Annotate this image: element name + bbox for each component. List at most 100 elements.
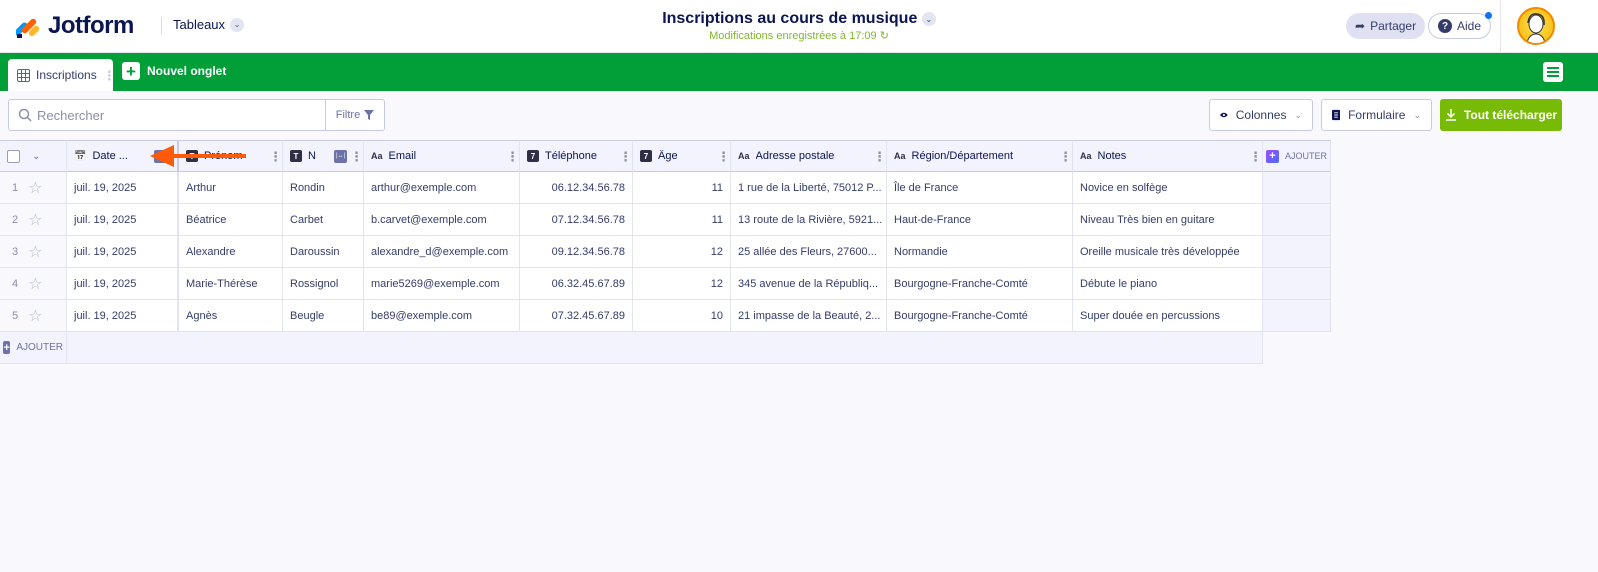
select-all-checkbox[interactable]	[7, 149, 20, 163]
table-row[interactable]: 3 ☆ juil. 19, 2025 Alexandre Daroussin alexan…	[0, 236, 1331, 268]
column-resize-icon[interactable]: |↔|	[334, 149, 347, 163]
star-icon[interactable]: ☆	[28, 242, 42, 262]
tab-inscriptions[interactable]: Inscriptions ⋮	[8, 59, 116, 91]
table-cell[interactable]: Oreille musicale très développée	[1073, 236, 1263, 268]
table-row[interactable]: 5 ☆ juil. 19, 2025 Agnès Beugle be89@exemple.…	[0, 300, 1331, 332]
table-cell[interactable]: marie5269@exemple.com	[364, 268, 520, 300]
table-cell[interactable]: Arthur	[179, 172, 283, 204]
columns-button[interactable]: Colonnes ⌄	[1209, 99, 1313, 131]
table-cell[interactable]: 06.32.45.67.89	[520, 268, 633, 300]
row-number: 5	[12, 309, 19, 322]
table-cell[interactable]: Novice en solfège	[1073, 172, 1263, 204]
column-options-icon[interactable]: ⋮	[717, 150, 730, 163]
column-options-icon[interactable]: ⋮	[269, 150, 282, 163]
table-cell[interactable]: 25 allée des Fleurs, 27600...	[731, 236, 887, 268]
table-cell[interactable]: Bourgogne-Franche-Comté	[887, 268, 1073, 300]
top-bar: Jotform Tableaux ⌄ Inscriptions au cours …	[0, 0, 1598, 53]
column-header[interactable]: 7 Téléphone ⋮	[520, 140, 633, 172]
empty-cell	[1263, 204, 1331, 236]
column-header[interactable]: Aa Notes ⋮	[1073, 140, 1263, 172]
row-number: 4	[12, 277, 19, 290]
table-cell[interactable]: juil. 19, 2025	[67, 268, 179, 300]
table-cell[interactable]: Alexandre	[179, 236, 283, 268]
table-cell[interactable]: Normandie	[887, 236, 1073, 268]
chevron-down-icon[interactable]: ⌄	[32, 151, 40, 162]
chevron-down-icon: ⌄	[1294, 109, 1302, 120]
share-button[interactable]: ➦ Partager	[1346, 13, 1426, 39]
table-cell[interactable]: juil. 19, 2025	[67, 236, 179, 268]
column-header[interactable]: 7 Âge ⋮	[633, 140, 731, 172]
filter-icon	[364, 110, 375, 120]
table-cell[interactable]: Rondin	[283, 172, 364, 204]
table-cell[interactable]: 07.12.34.56.78	[520, 204, 633, 236]
table-cell[interactable]: Débute le piano	[1073, 268, 1263, 300]
table-cell[interactable]: Daroussin	[283, 236, 364, 268]
form-button[interactable]: Formulaire ⌄	[1321, 99, 1432, 131]
column-options-icon[interactable]: ⋮	[350, 150, 363, 163]
chevron-down-icon: ⌄	[1413, 109, 1421, 120]
avatar[interactable]	[1517, 7, 1555, 45]
column-header[interactable]: T N |↔| ⋮	[283, 140, 364, 172]
search-input[interactable]	[9, 100, 325, 130]
star-icon[interactable]: ☆	[28, 306, 42, 326]
table-cell[interactable]: 11	[633, 172, 731, 204]
share-label: Partager	[1370, 19, 1417, 33]
help-button[interactable]: ? Aide	[1428, 12, 1493, 39]
table-cell[interactable]: Rossignol	[283, 268, 364, 300]
table-cell[interactable]: juil. 19, 2025	[67, 300, 179, 332]
table-cell[interactable]: juil. 19, 2025	[67, 172, 179, 204]
table-row[interactable]: 2 ☆ juil. 19, 2025 Béatrice Carbet b.carvet@e…	[0, 204, 1331, 236]
column-options-icon[interactable]: ⋮	[506, 150, 519, 163]
download-all-button[interactable]: Tout télécharger	[1440, 99, 1562, 131]
table-cell[interactable]: 09.12.34.56.78	[520, 236, 633, 268]
table-cell[interactable]: Béatrice	[179, 204, 283, 236]
table-cell[interactable]: 10	[633, 300, 731, 332]
column-options-icon[interactable]: ⋮	[873, 150, 886, 163]
table-cell[interactable]: Niveau Très bien en guitare	[1073, 204, 1263, 236]
table-cell[interactable]: arthur@exemple.com	[364, 172, 520, 204]
row-index-cell: 4 ☆	[0, 268, 67, 300]
column-options-icon[interactable]: ⋮	[1059, 150, 1072, 163]
table-cell[interactable]: Haut-de-France	[887, 204, 1073, 236]
table-cell[interactable]: 07.32.45.67.89	[520, 300, 633, 332]
page-title-text: Inscriptions au cours de musique	[662, 10, 918, 27]
table-cell[interactable]: Super douée en percussions	[1073, 300, 1263, 332]
new-tab-button[interactable]: + Nouvel onglet	[122, 62, 226, 80]
table-cell[interactable]: 12	[633, 236, 731, 268]
column-header[interactable]: Aa Adresse postale ⋮	[731, 140, 887, 172]
star-icon[interactable]: ☆	[28, 274, 42, 294]
table-cell[interactable]: juil. 19, 2025	[67, 204, 179, 236]
tab-options-icon[interactable]: ⋮	[103, 69, 116, 82]
table-cell[interactable]: 345 avenue de la Républiq...	[731, 268, 887, 300]
table-row[interactable]: 1 ☆ juil. 19, 2025 Arthur Rondin arthur@exemp…	[0, 172, 1331, 204]
share-icon: ➦	[1355, 19, 1366, 33]
table-cell[interactable]: 06.12.34.56.78	[520, 172, 633, 204]
column-options-icon[interactable]: ⋮	[1249, 150, 1262, 163]
table-cell[interactable]: Agnès	[179, 300, 283, 332]
table-cell[interactable]: Carbet	[283, 204, 364, 236]
table-cell[interactable]: 21 impasse de la Beauté, 2...	[731, 300, 887, 332]
table-cell[interactable]: 13 route de la Rivière, 5921...	[731, 204, 887, 236]
chevron-down-icon[interactable]: ⌄	[921, 12, 936, 26]
table-cell[interactable]: 11	[633, 204, 731, 236]
table-cell[interactable]: alexandre_d@exemple.com	[364, 236, 520, 268]
table-cell[interactable]: Bourgogne-Franche-Comté	[887, 300, 1073, 332]
star-icon[interactable]: ☆	[28, 210, 42, 230]
table-cell[interactable]: be89@exemple.com	[364, 300, 520, 332]
table-cell[interactable]: 12	[633, 268, 731, 300]
filter-button[interactable]: Filtre	[325, 100, 384, 130]
table-cell[interactable]: Marie-Thérèse	[179, 268, 283, 300]
column-options-icon[interactable]: ⋮	[619, 150, 632, 163]
add-row-button[interactable]: + AJOUTER	[0, 332, 67, 364]
add-column-button[interactable]: + AJOUTER	[1263, 140, 1331, 172]
empty-cell	[1263, 236, 1331, 268]
table-cell[interactable]: Île de France	[887, 172, 1073, 204]
column-header[interactable]: Aa Email ⋮	[364, 140, 520, 172]
table-cell[interactable]: 1 rue de la Liberté, 75012 P...	[731, 172, 887, 204]
table-row[interactable]: 4 ☆ juil. 19, 2025 Marie-Thérèse Rossignol ma…	[0, 268, 1331, 300]
menu-icon[interactable]	[1543, 62, 1563, 82]
star-icon[interactable]: ☆	[28, 178, 42, 198]
table-cell[interactable]: b.carvet@exemple.com	[364, 204, 520, 236]
column-header[interactable]: Aa Région/Département ⋮	[887, 140, 1073, 172]
table-cell[interactable]: Beugle	[283, 300, 364, 332]
